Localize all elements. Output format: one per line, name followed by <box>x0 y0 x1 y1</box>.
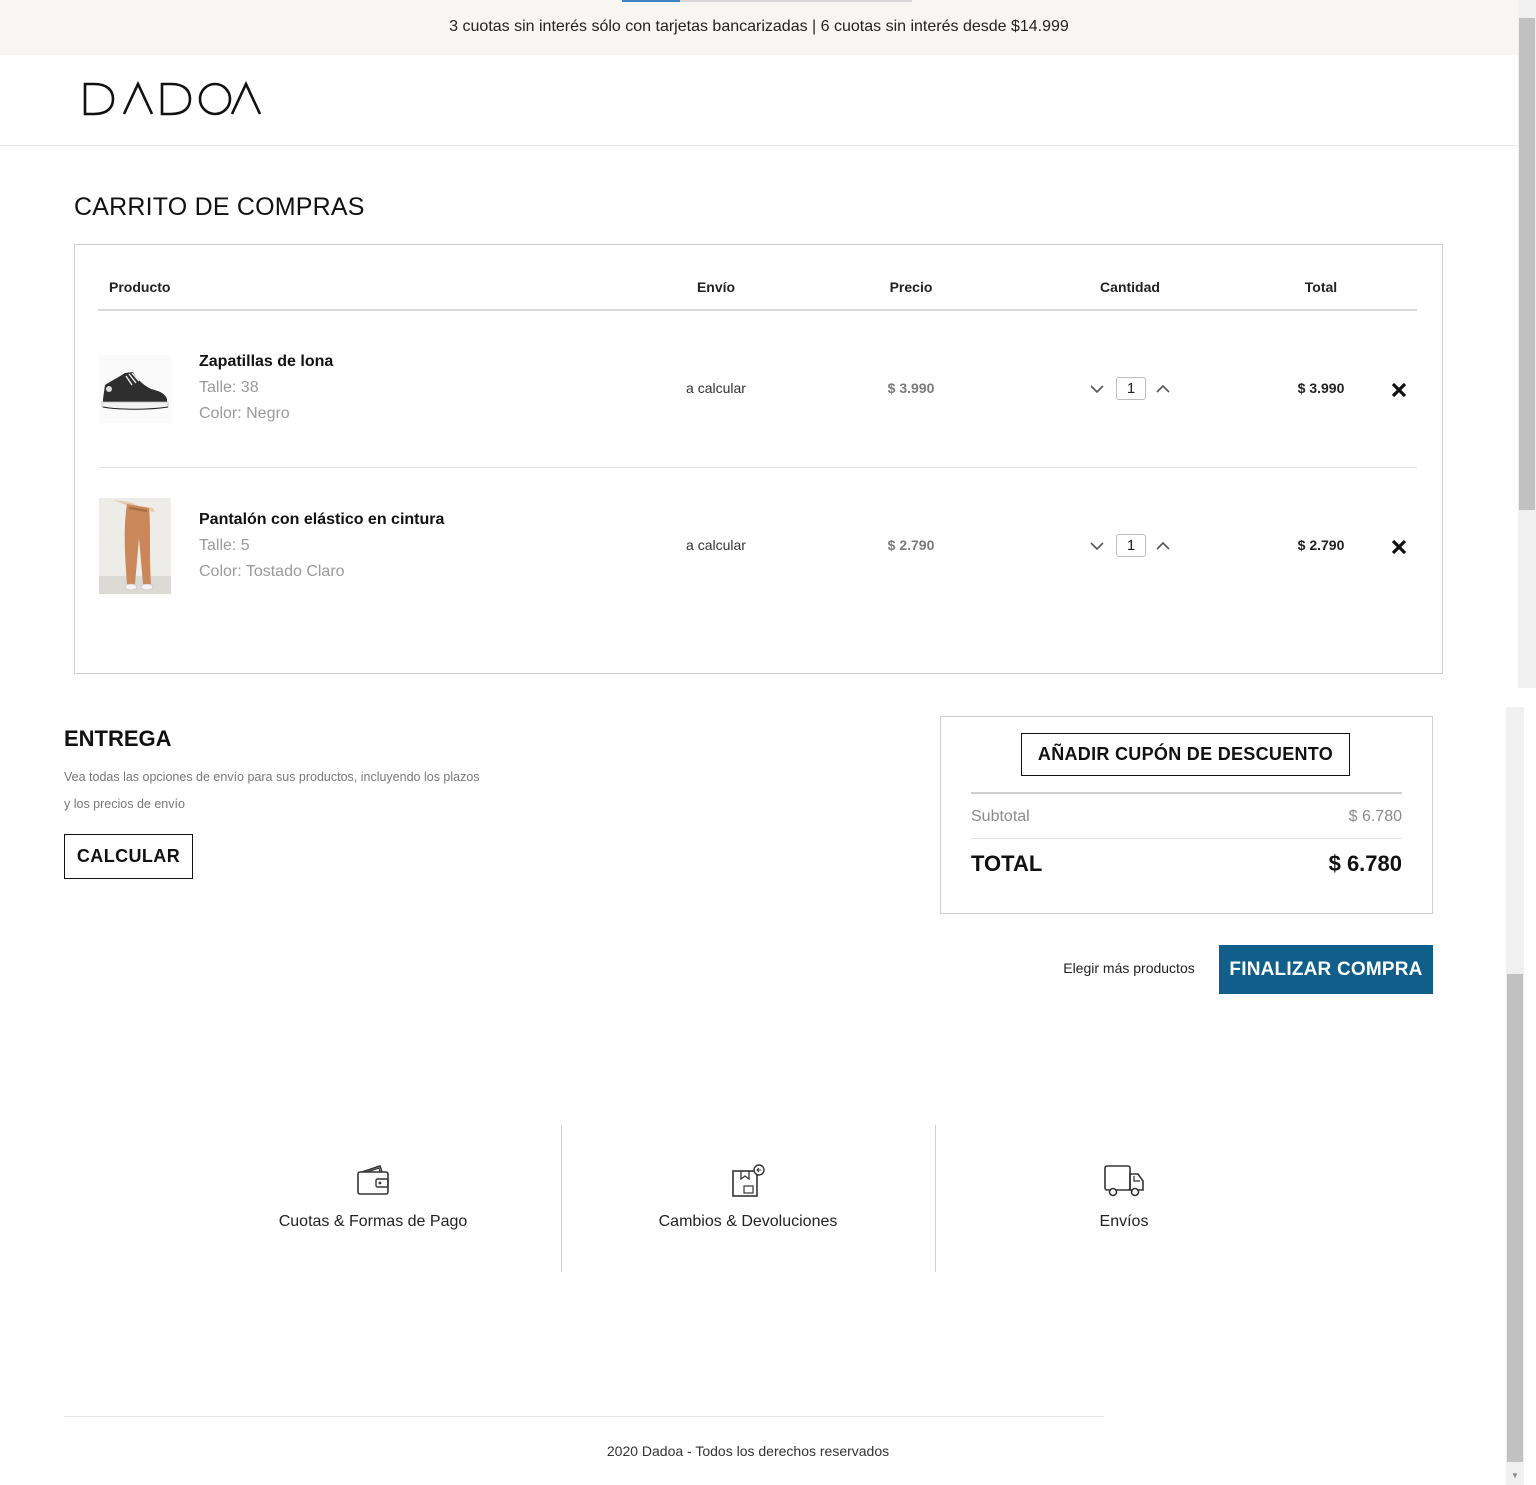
product-line-total: $ 3.990 <box>1297 380 1345 396</box>
scrollbar-thumb[interactable] <box>1507 974 1523 1462</box>
product-price: $ 3.990 <box>887 380 935 396</box>
delivery-title: ENTREGA <box>64 726 172 751</box>
product-name[interactable]: Zapatillas de lona <box>199 353 333 371</box>
total-value: $ 6.780 <box>1328 851 1402 876</box>
checkout-button[interactable]: FINALIZAR COMPRA <box>1219 945 1433 994</box>
footer-divider <box>64 1416 1104 1417</box>
column-header-product: Producto <box>109 279 171 295</box>
close-icon <box>1391 382 1407 398</box>
promo-text: 3 cuotas sin interés sólo con tarjetas b… <box>449 18 1069 35</box>
remove-item-button[interactable] <box>1389 537 1409 557</box>
quantity-input[interactable] <box>1116 534 1146 557</box>
product-shipping: a calcular <box>686 537 746 553</box>
table-header-divider <box>98 309 1417 311</box>
subtotal-value: $ 6.780 <box>1348 808 1402 825</box>
subtotal-label: Subtotal <box>971 808 1030 825</box>
scrollbar-outer-thumb[interactable] <box>1519 18 1535 510</box>
continue-shopping-link[interactable]: Elegir más productos <box>1040 960 1218 976</box>
promo-bar: 3 cuotas sin interés sólo con tarjetas b… <box>0 0 1518 55</box>
quantity-input[interactable] <box>1116 377 1146 400</box>
info-label-payments: Cuotas & Formas de Pago <box>278 1213 468 1230</box>
product-shipping: a calcular <box>686 380 746 396</box>
chevron-down-icon <box>1090 385 1104 394</box>
info-label-returns: Cambios & Devoluciones <box>658 1213 838 1230</box>
info-divider <box>935 1125 936 1272</box>
promo-indicator-track <box>680 0 912 2</box>
column-header-price: Precio <box>889 279 933 295</box>
page-title: CARRITO DE COMPRAS <box>74 193 365 221</box>
chevron-up-icon <box>1156 541 1170 550</box>
close-icon <box>1391 539 1407 555</box>
quantity-decrease-button[interactable] <box>1089 381 1105 397</box>
truck-icon <box>1104 1162 1144 1202</box>
pants-image[interactable] <box>99 498 171 594</box>
quantity-increase-button[interactable] <box>1155 538 1171 554</box>
product-size: Talle: 38 <box>199 379 259 396</box>
product-size: Talle: 5 <box>199 537 250 554</box>
info-label-shipping: Envíos <box>1099 1213 1149 1230</box>
remove-item-button[interactable] <box>1389 380 1409 400</box>
product-price: $ 2.790 <box>887 537 935 553</box>
brand-logo-wordmark <box>83 80 262 116</box>
column-header-shipping: Envío <box>696 279 736 295</box>
product-color: Color: Negro <box>199 405 290 422</box>
promo-indicator-active[interactable] <box>622 0 680 2</box>
table-row-divider <box>98 467 1417 468</box>
chevron-up-icon <box>1156 384 1170 393</box>
summary-divider <box>971 838 1402 839</box>
product-color: Color: Tostado Claro <box>199 563 345 580</box>
chevron-down-icon <box>1090 542 1104 551</box>
column-header-total: Total <box>1304 279 1338 295</box>
product-line-total: $ 2.790 <box>1297 537 1345 553</box>
brand-logo[interactable] <box>82 80 264 123</box>
product-name[interactable]: Pantalón con elástico en cintura <box>199 511 444 529</box>
column-header-quantity: Cantidad <box>1100 279 1160 295</box>
quantity-increase-button[interactable] <box>1155 381 1171 397</box>
calculate-shipping-button[interactable]: CALCULAR <box>64 834 193 879</box>
footer-copyright: 2020 Dadoa - Todos los derechos reservad… <box>606 1443 890 1459</box>
return-box-icon <box>728 1162 768 1202</box>
delivery-description: Vea todas las opciones de envío para sus… <box>64 770 480 811</box>
quantity-decrease-button[interactable] <box>1089 538 1105 554</box>
add-coupon-button[interactable]: AÑADIR CUPÓN DE DESCUENTO <box>1021 733 1350 776</box>
summary-divider <box>971 792 1402 794</box>
sneaker-image[interactable] <box>99 355 171 423</box>
wallet-icon <box>353 1162 393 1202</box>
scroll-down-arrow-icon[interactable]: ▼ <box>1506 1467 1524 1484</box>
total-label: TOTAL <box>971 851 1043 876</box>
